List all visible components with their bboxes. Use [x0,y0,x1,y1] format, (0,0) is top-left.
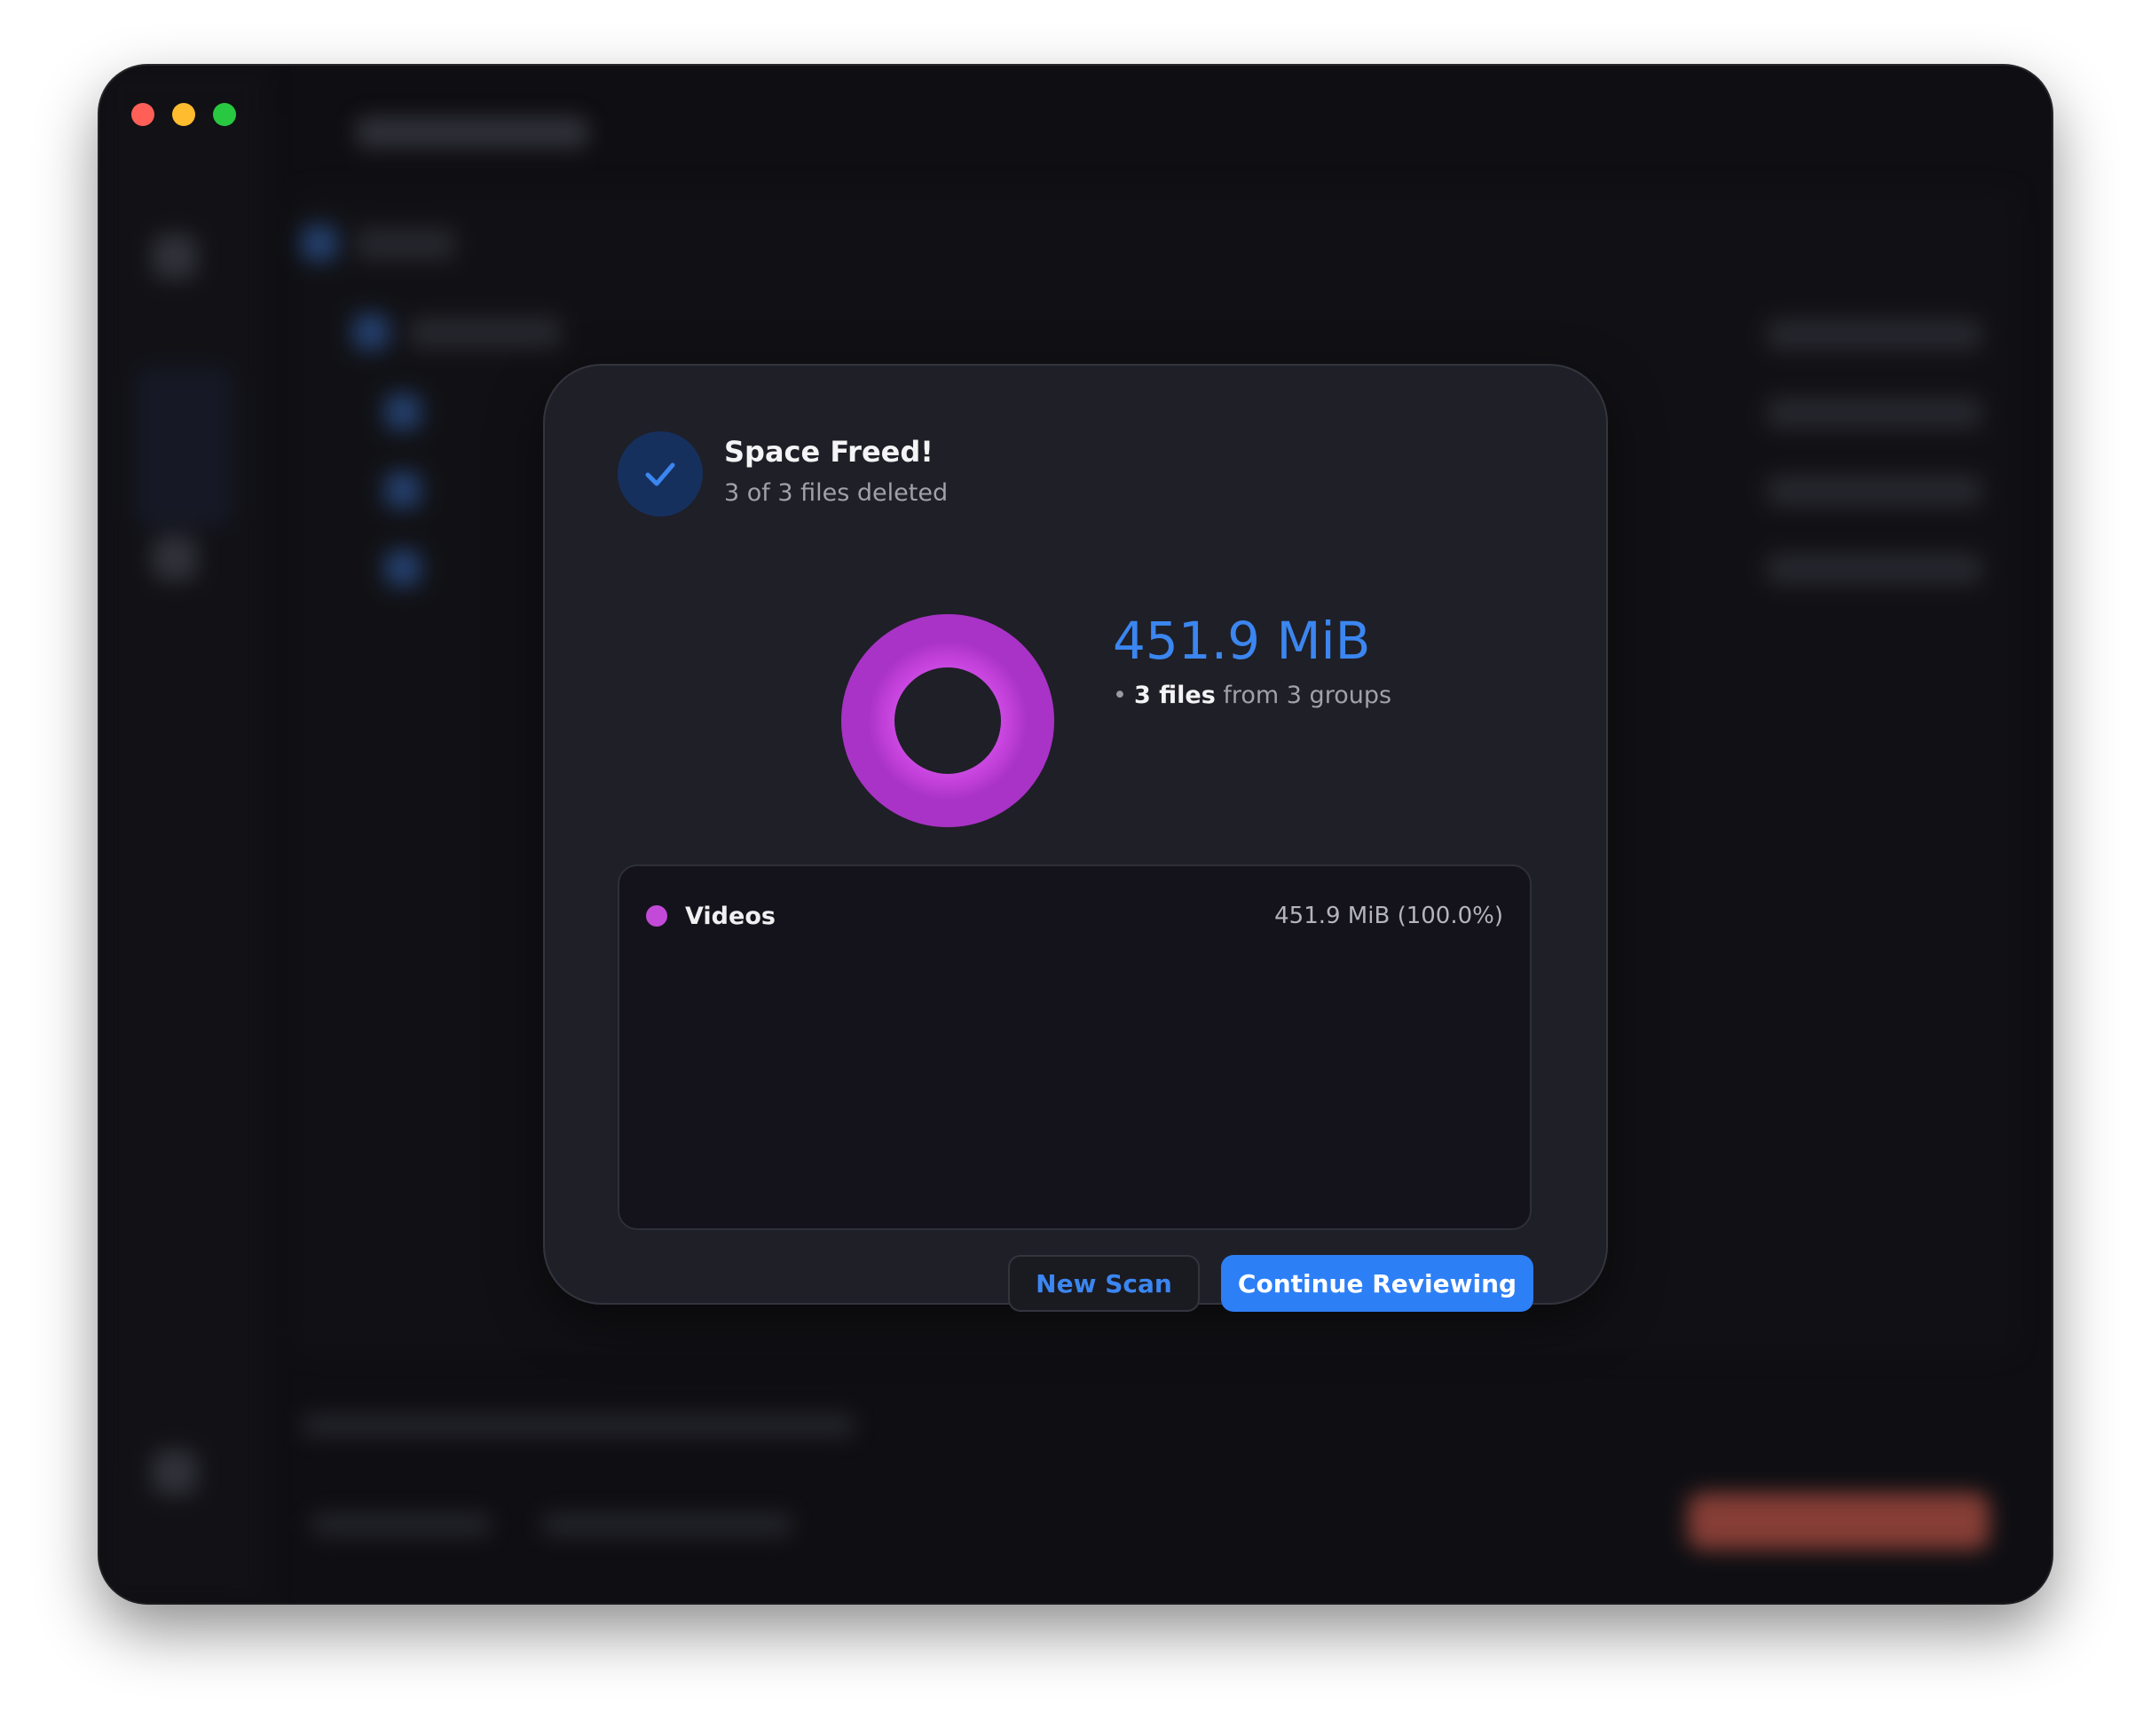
success-badge [618,431,703,517]
minimize-window-button[interactable] [172,103,195,126]
background-footer [312,1514,490,1535]
background-checkbox [385,472,421,508]
sidebar-icon [153,536,197,580]
dialog-title: Space Freed! [724,435,934,469]
category-value: 451.9 MiB (100.0%) [1274,903,1503,929]
background-footer [543,1514,792,1535]
bullet: • [1113,682,1127,709]
background-checkbox [385,550,421,586]
sidebar-icon [153,234,197,279]
window-controls [131,103,236,126]
background-row [1768,476,1981,506]
checkmark-icon [645,462,675,486]
background-row [1768,320,1981,350]
zoom-window-button[interactable] [213,103,236,126]
total-freed-size: 451.9 MiB [1113,611,1371,671]
files-count: 3 files [1133,682,1216,709]
new-scan-button[interactable]: New Scan [1008,1255,1200,1312]
files-groups: from 3 groups [1223,682,1392,709]
close-window-button[interactable] [131,103,154,126]
app-window: Space Freed! 3 of 3 files deleted 451.9 … [99,66,2052,1603]
dialog-subtitle: 3 of 3 files deleted [724,479,949,507]
background-row [1768,398,1981,428]
videos-color-dot [646,905,667,927]
space-freed-dialog: Space Freed! 3 of 3 files deleted 451.9 … [545,366,1606,1312]
category-breakdown: Videos 451.9 MiB (100.0%) [618,864,1532,1230]
donut-segment-videos [841,614,1054,827]
sidebar-active-item [135,367,232,527]
background-row [1768,554,1981,584]
background-delete-button [1688,1493,1989,1550]
background-checkbox [353,314,389,350]
category-row-videos: Videos 451.9 MiB (100.0%) [646,898,1503,934]
background-row [357,229,454,259]
sidebar [99,66,268,1603]
category-label: Videos [685,902,776,930]
background-title [357,117,587,147]
background-checkbox [385,394,421,430]
sidebar-icon [153,1450,197,1495]
files-summary: • 3 files from 3 groups [1113,682,1391,709]
size-donut-chart [841,614,1054,827]
background-row [410,318,561,348]
continue-reviewing-button[interactable]: Continue Reviewing [1221,1255,1533,1312]
background-checkbox [302,225,337,261]
background-footer [303,1415,854,1436]
